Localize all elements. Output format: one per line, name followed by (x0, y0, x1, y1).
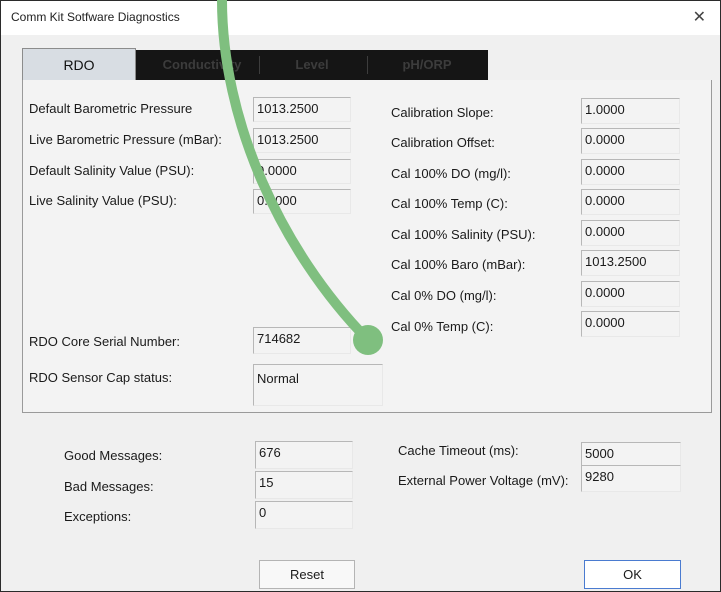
live-salinity-label: Live Salinity Value (PSU): (29, 193, 177, 208)
cal-100-baro-label: Cal 100% Baro (mBar): (391, 257, 526, 272)
cal-slope-label: Calibration Slope: (391, 105, 494, 120)
live-salinity-value: 0.0000 (253, 189, 351, 214)
reset-button[interactable]: Reset (259, 560, 355, 589)
title-bar: Comm Kit Sotfware Diagnostics ✕ (1, 1, 720, 35)
cal-100-salinity-value: 0.0000 (581, 220, 680, 246)
live-baro-label: Live Barometric Pressure (mBar): (29, 132, 222, 147)
bad-messages-label: Bad Messages: (64, 479, 154, 494)
close-icon[interactable]: ✕ (693, 7, 706, 27)
cal-100-salinity-label: Cal 100% Salinity (PSU): (391, 227, 536, 242)
sensor-cap-label: RDO Sensor Cap status: (29, 370, 173, 385)
cal-offset-label: Calibration Offset: (391, 135, 495, 150)
cal-100-temp-label: Cal 100% Temp (C): (391, 196, 508, 211)
external-power-value: 9280 (581, 465, 681, 492)
ok-button[interactable]: OK (584, 560, 681, 589)
external-power-label: External Power Voltage (mV): (398, 473, 569, 488)
cal-offset-value: 0.0000 (581, 128, 680, 154)
tab-ph-orp[interactable]: pH/ORP (372, 50, 482, 80)
cal-0-do-label: Cal 0% DO (mg/l): (391, 288, 497, 303)
cal-0-temp-label: Cal 0% Temp (C): (391, 319, 494, 334)
window-title: Comm Kit Sotfware Diagnostics (11, 10, 180, 24)
default-salinity-value: 0.0000 (253, 159, 351, 184)
bad-messages-value: 15 (255, 471, 353, 499)
cache-timeout-label: Cache Timeout (ms): (398, 443, 519, 458)
exceptions-value: 0 (255, 501, 353, 529)
cal-100-baro-value: 1013.2500 (581, 250, 680, 276)
cal-slope-value: 1.0000 (581, 98, 680, 124)
cal-0-do-value: 0.0000 (581, 281, 680, 307)
tab-rdo[interactable]: RDO (22, 48, 136, 82)
default-salinity-label: Default Salinity Value (PSU): (29, 163, 195, 178)
tab-bar: RDO Conductivity Level pH/ORP (22, 48, 488, 82)
core-serial-value: 714682 (253, 327, 351, 354)
tab-conductivity[interactable]: Conductivity (147, 50, 257, 80)
cal-100-temp-value: 0.0000 (581, 189, 680, 215)
exceptions-label: Exceptions: (64, 509, 132, 524)
cal-100-do-label: Cal 100% DO (mg/l): (391, 166, 511, 181)
live-baro-value: 1013.2500 (253, 128, 351, 153)
tab-level[interactable]: Level (262, 50, 362, 80)
tab-separator (259, 56, 260, 74)
good-messages-label: Good Messages: (64, 448, 163, 463)
cal-100-do-value: 0.0000 (581, 159, 680, 185)
sensor-cap-value: Normal (253, 364, 383, 406)
default-baro-label: Default Barometric Pressure (29, 101, 193, 116)
core-serial-label: RDO Core Serial Number: (29, 334, 180, 349)
tab-separator (367, 56, 368, 74)
default-baro-value: 1013.2500 (253, 97, 351, 122)
diagnostics-window: Comm Kit Sotfware Diagnostics ✕ RDO Cond… (0, 0, 721, 592)
good-messages-value: 676 (255, 441, 353, 469)
cal-0-temp-value: 0.0000 (581, 311, 680, 337)
